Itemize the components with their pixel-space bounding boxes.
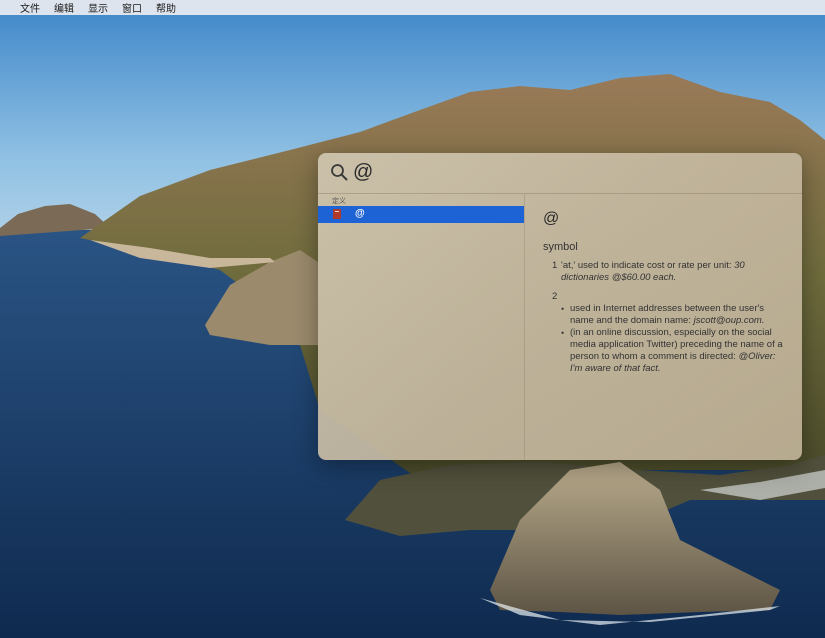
- dictionary-preview-pane: @ symbol 1 'at,' used to indicate cost o…: [525, 194, 802, 460]
- menu-view[interactable]: 显示: [88, 0, 108, 15]
- dictionary-app-icon: [333, 209, 341, 219]
- definition-number-1: 1: [552, 260, 558, 271]
- spotlight-search-input[interactable]: [353, 160, 773, 184]
- entry-headword: @: [543, 210, 560, 227]
- definition-2a-example: jscott@oup.com.: [693, 315, 765, 326]
- definition-1-text: 'at,' used to indicate cost or rate per …: [561, 260, 732, 271]
- results-section-label: 定义: [332, 198, 346, 205]
- bullet-icon: •: [561, 328, 565, 338]
- result-item-selected[interactable]: @: [318, 206, 524, 223]
- spotlight-search-bar: [318, 153, 802, 194]
- definition-2b: (in an online discussion, especially on …: [570, 327, 785, 375]
- definition-2a: used in Internet addresses between the u…: [570, 303, 785, 327]
- menu-edit[interactable]: 编辑: [54, 0, 74, 15]
- bullet-icon: •: [561, 304, 565, 314]
- entry-part-of-speech: symbol: [543, 241, 578, 253]
- definition-number-2: 2: [552, 291, 558, 302]
- menu-bar: 文件 编辑 显示 窗口 帮助: [0, 0, 825, 15]
- definition-1: 'at,' used to indicate cost or rate per …: [561, 260, 781, 284]
- result-item-label: @: [355, 208, 365, 219]
- menu-help[interactable]: 帮助: [156, 0, 176, 15]
- menu-file[interactable]: 文件: [20, 0, 40, 15]
- menu-window[interactable]: 窗口: [122, 0, 142, 15]
- spotlight-window: 定义 @ @ symbol 1 'at,' used to indicate c…: [318, 153, 802, 460]
- results-list: 定义 @: [318, 194, 525, 460]
- magnifier-icon: [331, 164, 348, 181]
